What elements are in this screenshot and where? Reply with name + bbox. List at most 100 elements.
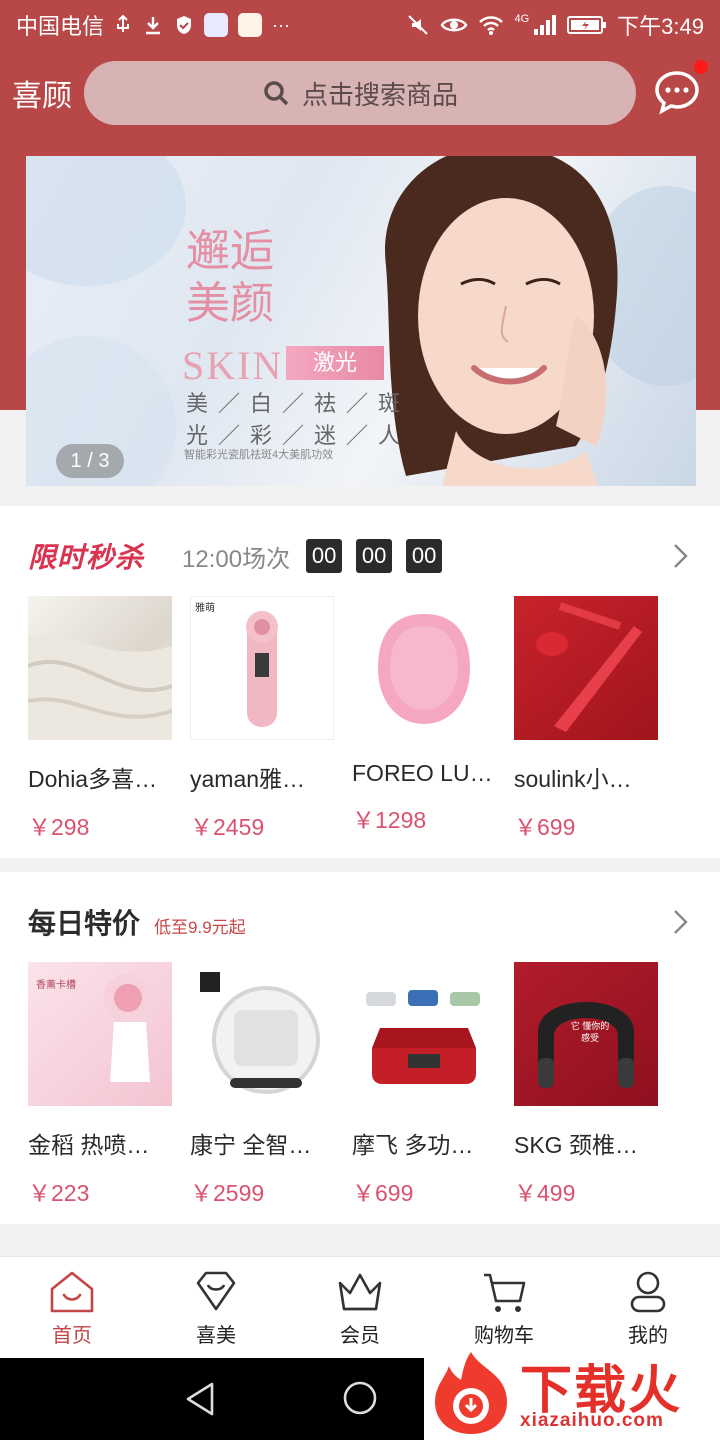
message-icon[interactable]	[654, 70, 700, 116]
product-name: 金稻 热喷…	[28, 1132, 150, 1158]
product-card[interactable]: 康宁 全智… ￥2599	[190, 962, 334, 1208]
baidu-app-icon	[204, 13, 229, 37]
banner-art-title: 邂逅美颜	[186, 226, 274, 329]
chevron-right-icon[interactable]	[670, 542, 690, 570]
product-card[interactable]: Dohia多喜… ￥298	[28, 596, 172, 842]
petal-decoration	[26, 156, 186, 286]
product-name: soulink小…	[514, 766, 632, 792]
daily-deals-products: 香薰卡槽 金稻 热喷… ￥223 康宁 全智… ￥2599 摩飞 多功… ￥69…	[28, 962, 658, 1208]
mute-icon	[408, 15, 429, 35]
home-circle-icon[interactable]	[342, 1380, 378, 1416]
usb-icon	[117, 14, 130, 32]
status-bar: 中国电信 ··· 4G 下午3:49	[0, 0, 720, 50]
product-image-foreo	[352, 596, 496, 740]
chevron-right-icon[interactable]	[670, 908, 690, 936]
battery-icon	[567, 16, 607, 34]
unread-dot	[694, 60, 708, 74]
tab-label: 喜美	[196, 1325, 236, 1347]
product-price: ￥2459	[190, 814, 265, 840]
product-card[interactable]: 香薰卡槽 金稻 热喷… ￥223	[28, 962, 172, 1208]
flame-logo-icon	[435, 1352, 507, 1434]
watermark: 下载火 xiazaihuo.com	[424, 1346, 720, 1440]
banner-badge: 激光	[286, 346, 384, 380]
product-name: 康宁 全智…	[190, 1132, 312, 1158]
product-price: ￥499	[514, 1180, 576, 1206]
crown-icon	[338, 1273, 382, 1311]
product-image-beauty-device: 雅萌	[190, 596, 334, 740]
heart-diamond-icon	[196, 1271, 236, 1311]
cart-icon	[484, 1273, 526, 1312]
bottom-tab-bar: 首页 喜美 会员 购物车 我的	[0, 1256, 720, 1358]
banner-line-1: 美／白／祛／斑	[186, 391, 411, 416]
browser-app-icon	[238, 13, 263, 37]
search-placeholder: 点击搜索商品	[301, 79, 458, 110]
search-icon	[264, 81, 289, 106]
shield-icon	[177, 16, 192, 34]
tab-cart[interactable]: 购物车	[432, 1257, 576, 1358]
tab-home[interactable]: 首页	[0, 1257, 144, 1358]
daily-deals-subtitle: 低至9.9元起	[154, 917, 246, 937]
download-icon	[146, 17, 161, 35]
product-price: ￥2599	[190, 1180, 265, 1206]
product-price: ￥1298	[352, 807, 427, 833]
product-card[interactable]: 雅萌 yaman雅… ￥2459	[190, 596, 334, 842]
user-icon	[630, 1271, 666, 1313]
product-image-neck-massager: 它 懂你的感受	[514, 962, 658, 1106]
product-image-label: 香薰卡槽	[36, 980, 76, 991]
eye-icon	[441, 18, 468, 32]
product-image-foot-massager	[190, 962, 334, 1106]
network-type: 4G	[514, 13, 530, 25]
tab-member[interactable]: 会员	[288, 1257, 432, 1358]
product-name: FOREO LU…	[352, 760, 493, 786]
product-card[interactable]: soulink小… ￥699	[514, 596, 658, 842]
flash-sale-header[interactable]: 限时秒杀 12:00场次 00 00 00	[28, 536, 690, 576]
tab-profile[interactable]: 我的	[576, 1257, 720, 1358]
clock: 下午3:49	[617, 14, 704, 39]
tab-ximei[interactable]: 喜美	[144, 1257, 288, 1358]
tab-label: 会员	[340, 1325, 380, 1347]
daily-deals-section: 每日特价 低至9.9元起 香薰卡槽 金稻 热喷… ￥223 康宁 全智… ￥25…	[0, 872, 720, 1224]
session-label: 12:00场次	[182, 545, 291, 573]
product-name: Dohia多喜…	[28, 766, 158, 792]
watermark-url: xiazaihuo.com	[520, 1410, 664, 1431]
signal-icon	[534, 15, 557, 35]
home-icon	[50, 1271, 94, 1313]
product-price: ￥699	[352, 1180, 414, 1206]
tab-label: 购物车	[474, 1325, 534, 1347]
product-card[interactable]: FOREO LU… ￥1298	[352, 596, 496, 842]
flash-sale-section: 限时秒杀 12:00场次 00 00 00 Dohia多喜… ￥298 雅萌 y…	[0, 506, 720, 858]
product-price: ￥699	[514, 814, 576, 840]
brand-logo: 喜顾	[12, 80, 72, 113]
promo-banner[interactable]: 邂逅美颜 SKIN 激光 美／白／祛／斑 光／彩／迷／人 智能彩光瓷肌祛斑4大美…	[26, 156, 696, 486]
banner-skin-text: SKIN	[182, 343, 284, 388]
tab-label: 首页	[52, 1325, 92, 1347]
daily-deals-header[interactable]: 每日特价 低至9.9元起	[28, 902, 690, 942]
product-image-steamer: 香薰卡槽	[28, 962, 172, 1106]
product-name: 摩飞 多功…	[352, 1132, 474, 1158]
countdown-hours: 00	[306, 539, 343, 573]
banner-page-indicator: 1 / 3	[56, 444, 124, 478]
tab-label: 我的	[628, 1325, 668, 1347]
product-image-towel	[28, 596, 172, 740]
flash-sale-title: 限时秒杀	[28, 542, 145, 573]
product-image-multi-cooker	[352, 962, 496, 1106]
product-card[interactable]: 摩飞 多功… ￥699	[352, 962, 496, 1208]
banner-subtitle: 智能彩光瓷肌祛斑4大美肌功效	[184, 449, 334, 461]
back-icon[interactable]	[184, 1380, 218, 1418]
wifi-icon	[479, 16, 504, 35]
countdown-seconds: 00	[406, 539, 443, 573]
product-card[interactable]: 它 懂你的感受 SKG 颈椎… ￥499	[514, 962, 658, 1208]
product-name: yaman雅…	[190, 766, 306, 792]
search-bar[interactable]: 点击搜索商品	[84, 61, 636, 125]
product-price: ￥298	[28, 814, 90, 840]
more-notifications: ···	[272, 14, 290, 35]
product-image-soulink	[514, 596, 658, 740]
product-image-brand-label: 雅萌	[195, 603, 215, 614]
product-image-label: 它 懂你的感受	[570, 1021, 610, 1043]
product-name: SKG 颈椎…	[514, 1132, 638, 1158]
carrier-label: 中国电信	[16, 14, 105, 39]
flash-sale-products: Dohia多喜… ￥298 雅萌 yaman雅… ￥2459 FOREO LU……	[28, 596, 658, 842]
app-header: 喜顾 点击搜索商品	[0, 58, 720, 128]
daily-deals-title: 每日特价	[28, 908, 141, 939]
product-price: ￥223	[28, 1180, 90, 1206]
